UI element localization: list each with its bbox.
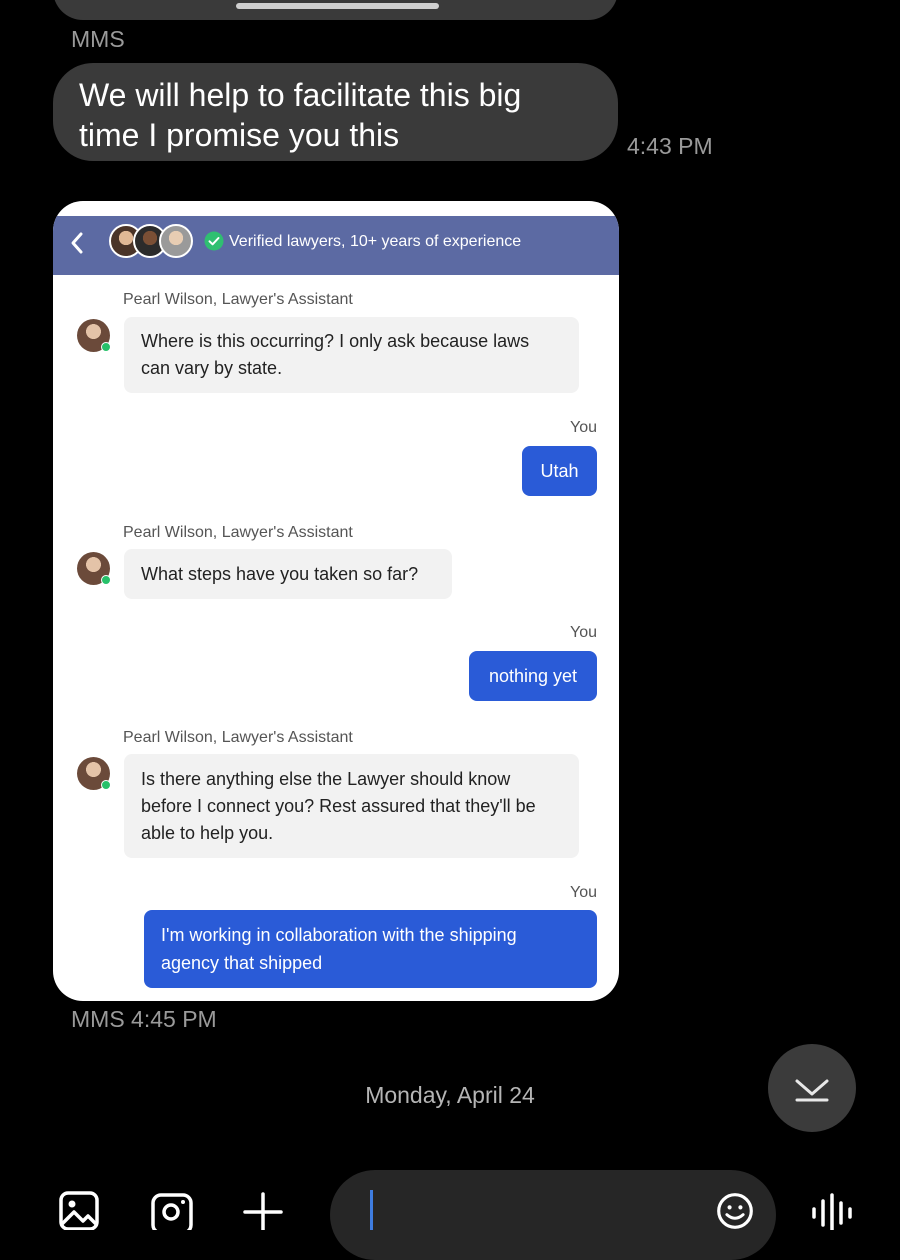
message-bubble[interactable]: We will help to facilitate this big time… — [53, 63, 618, 161]
message-text-line: time I promise you this — [79, 117, 400, 153]
chat-text-line: I'm working in collaboration with the sh… — [161, 925, 517, 945]
lawyer-avatar — [159, 224, 193, 258]
online-status-dot — [101, 575, 111, 585]
verified-shield-icon — [204, 231, 224, 251]
outgoing-chat-bubble: Utah — [522, 446, 597, 496]
date-separator: Monday, April 24 — [365, 1082, 535, 1108]
header-verified-text: Verified lawyers, 10+ years of experienc… — [229, 233, 522, 250]
scroll-to-bottom-button[interactable] — [768, 1044, 856, 1132]
chevron-left-icon — [71, 232, 83, 254]
attachment-meta: MMS 4:45 PM — [71, 1006, 217, 1032]
chat-text-line: able to help you. — [141, 822, 274, 843]
voice-wave-icon[interactable] — [810, 1193, 854, 1230]
incoming-chat-bubble: What steps have you taken so far? — [124, 549, 452, 599]
you-label: You — [570, 884, 597, 901]
chevron-down-icon — [795, 1079, 829, 1102]
message-text-line: We will help to facilitate this big — [79, 77, 522, 113]
chat-text-line: agency that shipped — [161, 953, 323, 973]
chat-text-line: Where is this occurring? I only ask beca… — [141, 331, 530, 351]
camera-icon[interactable] — [150, 1192, 194, 1230]
emoji-icon[interactable] — [714, 1192, 756, 1230]
previous-message-bubble[interactable] — [53, 0, 618, 20]
chat-text-line: Is there anything else the Lawyer should… — [141, 768, 511, 789]
outgoing-chat-bubble: I'm working in collaboration with the sh… — [144, 910, 597, 988]
sender-name: Pearl Wilson, Lawyer's Assistant — [123, 291, 353, 308]
incoming-chat-bubble: Where is this occurring? I only ask beca… — [124, 317, 579, 393]
chat-text-line: before I connect you? Rest assured that … — [141, 795, 536, 816]
assistant-avatar — [77, 319, 111, 352]
drag-handle — [236, 3, 439, 9]
mms-label: MMS — [71, 26, 125, 52]
image-attachment[interactable]: Verified lawyers, 10+ years of experienc… — [53, 201, 619, 1001]
you-label: You — [570, 419, 597, 436]
chat-text-line: can vary by state. — [141, 358, 283, 378]
sender-name: Pearl Wilson, Lawyer's Assistant — [123, 729, 353, 746]
assistant-avatar — [77, 552, 111, 585]
chat-header: Verified lawyers, 10+ years of experienc… — [53, 216, 619, 275]
you-label: You — [570, 624, 597, 641]
incoming-chat-bubble: Is there anything else the Lawyer should… — [124, 754, 579, 858]
online-status-dot — [101, 780, 111, 790]
text-cursor — [370, 1190, 373, 1230]
message-timestamp: 4:43 PM — [627, 133, 713, 159]
plus-icon[interactable] — [242, 1192, 284, 1230]
gallery-icon[interactable] — [58, 1190, 102, 1230]
online-status-dot — [101, 342, 111, 352]
assistant-avatar — [77, 757, 111, 790]
sender-name: Pearl Wilson, Lawyer's Assistant — [123, 524, 353, 541]
message-input[interactable] — [330, 1170, 776, 1260]
outgoing-chat-bubble: nothing yet — [469, 651, 597, 701]
